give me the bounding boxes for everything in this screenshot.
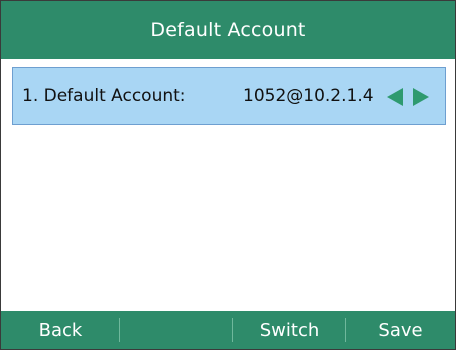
- back-softkey[interactable]: Back: [1, 311, 120, 349]
- title-bar: Default Account: [1, 1, 455, 59]
- default-account-label: 1. Default Account:: [22, 86, 186, 106]
- page-title: Default Account: [150, 19, 306, 41]
- empty-softkey[interactable]: [120, 311, 233, 349]
- arrow-right-icon[interactable]: [411, 86, 431, 108]
- save-softkey[interactable]: Save: [346, 311, 455, 349]
- default-account-row[interactable]: 1. Default Account: 1052@10.2.1.4: [12, 67, 446, 125]
- phone-screen: Default Account 1. Default Account: 1052…: [0, 0, 456, 350]
- arrow-left-icon[interactable]: [385, 86, 405, 108]
- softkey-bar: Back Switch Save: [1, 311, 455, 349]
- settings-list: 1. Default Account: 1052@10.2.1.4: [1, 59, 455, 311]
- switch-softkey[interactable]: Switch: [233, 311, 346, 349]
- default-account-value: 1052@10.2.1.4: [243, 86, 374, 106]
